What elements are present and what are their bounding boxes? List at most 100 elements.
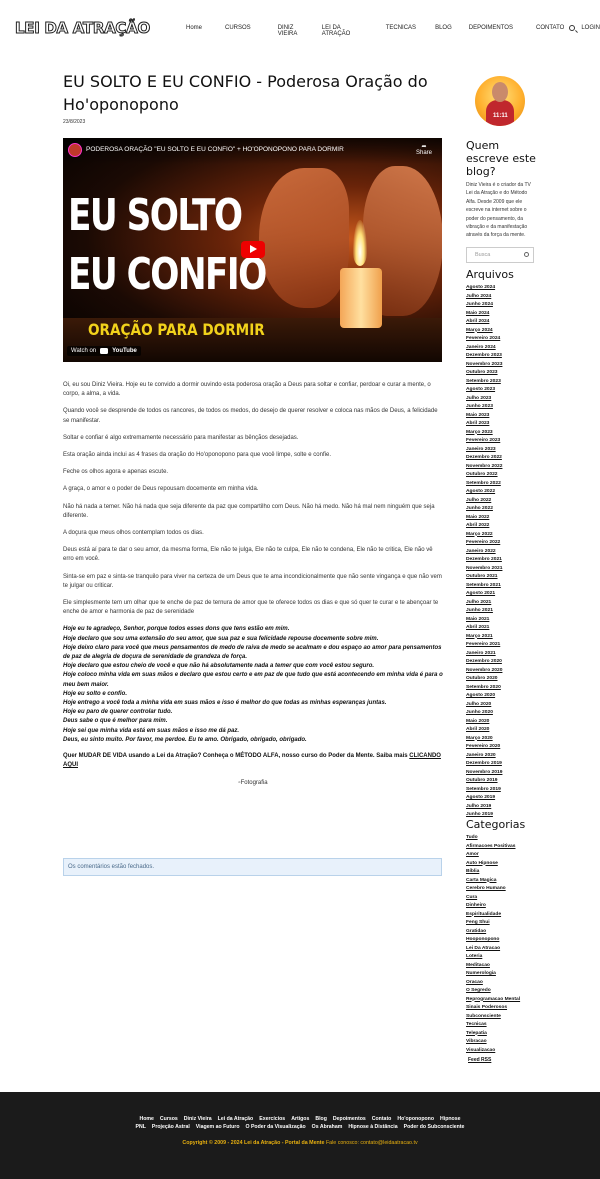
category-link[interactable]: Meditacao — [466, 962, 520, 971]
archive-link[interactable]: Janeiro 2022 — [466, 548, 502, 557]
category-link[interactable]: Telepatia — [466, 1030, 520, 1039]
archive-link[interactable]: Setembro 2022 — [466, 480, 502, 489]
archive-link[interactable]: Janeiro 2021 — [466, 650, 502, 659]
archive-link[interactable]: Julho 2019 — [466, 803, 502, 812]
category-link[interactable]: Cerebro Humano — [466, 885, 520, 894]
archive-link[interactable]: Setembro 2020 — [466, 684, 502, 693]
archive-link[interactable]: Setembro 2023 — [466, 378, 502, 387]
archive-link[interactable]: Fevereiro 2024 — [466, 335, 502, 344]
archive-link[interactable]: Março 2023 — [466, 429, 502, 438]
footer-link[interactable]: Blog — [315, 1116, 327, 1122]
category-link[interactable]: Feng Shui — [466, 919, 520, 928]
footer-link[interactable]: Exercícios — [259, 1116, 285, 1122]
footer-link[interactable]: Contato — [372, 1116, 392, 1122]
archive-link[interactable]: Abril 2022 — [466, 522, 502, 531]
archive-link[interactable]: Julho 2023 — [466, 395, 502, 404]
video-embed[interactable]: PODEROSA ORAÇÃO "EU SOLTO E EU CONFIO" +… — [63, 138, 442, 362]
archive-link[interactable]: Julho 2021 — [466, 599, 502, 608]
footer-link[interactable]: Viagem ao Futuro — [196, 1124, 240, 1130]
nav-item-home[interactable]: Home — [186, 25, 202, 37]
category-link[interactable]: Numerologia — [466, 970, 520, 979]
footer-link[interactable]: O Poder da Visualização — [246, 1124, 306, 1130]
archive-link[interactable]: Junho 2020 — [466, 709, 502, 718]
archive-link[interactable]: Março 2021 — [466, 633, 502, 642]
share-button[interactable]: ➦ Share — [416, 143, 432, 156]
archive-link[interactable]: Janeiro 2023 — [466, 446, 502, 455]
nav-item-depoimentos[interactable]: DEPOIMENTOS — [469, 25, 513, 37]
category-link[interactable]: Sinais Poderosos — [466, 1004, 520, 1013]
footer-link[interactable]: Artigos — [291, 1116, 309, 1122]
archive-link[interactable]: Junho 2024 — [466, 301, 502, 310]
nav-item-diniz-vieira[interactable]: DINIZ VIEIRA — [278, 25, 303, 37]
category-link[interactable]: O Segredo — [466, 987, 520, 996]
category-link[interactable]: Tudo — [466, 834, 520, 843]
archive-link[interactable]: Novembro 2019 — [466, 769, 502, 778]
category-link[interactable]: Reprogramacao Mental — [466, 996, 520, 1005]
category-link[interactable]: Tecnicas — [466, 1021, 520, 1030]
site-logo[interactable]: LEI DA ATRAÇÃO — [15, 19, 151, 38]
archive-link[interactable]: Outubro 2022 — [466, 471, 502, 480]
archive-link[interactable]: Fevereiro 2022 — [466, 539, 502, 548]
channel-avatar[interactable] — [68, 143, 82, 157]
archive-link[interactable]: Agosto 2019 — [466, 794, 502, 803]
archive-link[interactable]: Dezembro 2021 — [466, 556, 502, 565]
footer-link[interactable]: Hipnose — [440, 1116, 460, 1122]
archive-link[interactable]: Julho 2020 — [466, 701, 502, 710]
category-link[interactable]: Auto Hipnose — [466, 860, 520, 869]
archive-link[interactable]: Agosto 2021 — [466, 590, 502, 599]
archive-link[interactable]: Setembro 2019 — [466, 786, 502, 795]
footer-link[interactable]: Cursos — [160, 1116, 178, 1122]
archive-link[interactable]: Abril 2023 — [466, 420, 502, 429]
archive-link[interactable]: Junho 2022 — [466, 505, 502, 514]
footer-link[interactable]: Projeção Astral — [152, 1124, 190, 1130]
archive-link[interactable]: Março 2022 — [466, 531, 502, 540]
play-button[interactable] — [241, 241, 265, 258]
search-icon[interactable] — [524, 252, 529, 257]
category-link[interactable]: Hooponopono — [466, 936, 520, 945]
footer-link[interactable]: Os Abraham — [312, 1124, 343, 1130]
archive-link[interactable]: Outubro 2019 — [466, 777, 502, 786]
footer-link[interactable]: Diniz Vieira — [184, 1116, 212, 1122]
footer-link[interactable]: Lei da Atração — [218, 1116, 254, 1122]
archive-link[interactable]: Agosto 2024 — [466, 284, 502, 293]
nav-item-tecnicas[interactable]: TECNICAS — [386, 25, 416, 37]
archive-link[interactable]: Outubro 2020 — [466, 675, 502, 684]
category-link[interactable]: Gratidao — [466, 928, 520, 937]
archive-link[interactable]: Maio 2022 — [466, 514, 502, 523]
archive-link[interactable]: Maio 2020 — [466, 718, 502, 727]
search-icon[interactable] — [569, 25, 575, 31]
archive-link[interactable]: Junho 2023 — [466, 403, 502, 412]
footer-contact[interactable]: Fale conosco: contato@leidaatracao.tv — [324, 1140, 418, 1146]
footer-link[interactable]: Poder do Subconsciente — [404, 1124, 465, 1130]
archive-link[interactable]: Novembro 2023 — [466, 361, 502, 370]
archive-link[interactable]: Dezembro 2022 — [466, 454, 502, 463]
category-link[interactable]: Dinheiro — [466, 902, 520, 911]
archive-link[interactable]: Julho 2024 — [466, 293, 502, 302]
archive-link[interactable]: Dezembro 2020 — [466, 658, 502, 667]
archive-link[interactable]: Março 2024 — [466, 327, 502, 336]
archive-link[interactable]: Agosto 2022 — [466, 488, 502, 497]
footer-link[interactable]: Home — [140, 1116, 154, 1122]
category-link[interactable]: Oracao — [466, 979, 520, 988]
category-link[interactable]: Bíblia — [466, 868, 520, 877]
archive-link[interactable]: Novembro 2020 — [466, 667, 502, 676]
archive-link[interactable]: Maio 2023 — [466, 412, 502, 421]
watch-on-youtube[interactable]: Watch on YouTube — [67, 346, 141, 356]
archive-link[interactable]: Abril 2020 — [466, 726, 502, 735]
archive-link[interactable]: Outubro 2023 — [466, 369, 502, 378]
footer-link[interactable]: Ho'oponopono — [397, 1116, 434, 1122]
category-link[interactable]: Lei Da Atracao — [466, 945, 520, 954]
category-link[interactable]: Subconsciente — [466, 1013, 520, 1022]
archive-link[interactable]: Agosto 2020 — [466, 692, 502, 701]
archive-link[interactable]: Fevereiro 2020 — [466, 743, 502, 752]
archive-link[interactable]: Fevereiro 2023 — [466, 437, 502, 446]
archive-link[interactable]: Novembro 2021 — [466, 565, 502, 574]
archive-link[interactable]: Janeiro 2024 — [466, 344, 502, 353]
archive-link[interactable]: Agosto 2023 — [466, 386, 502, 395]
footer-link[interactable]: Depoimentos — [333, 1116, 366, 1122]
nav-item-blog[interactable]: BLOG — [435, 25, 452, 37]
sidebar-search-input[interactable]: Busca — [466, 247, 534, 263]
archive-link[interactable]: Abril 2021 — [466, 624, 502, 633]
category-link[interactable]: Afirmacoes Positivas — [466, 843, 520, 852]
feed-rss-link[interactable]: Feed RSS — [468, 1057, 491, 1063]
